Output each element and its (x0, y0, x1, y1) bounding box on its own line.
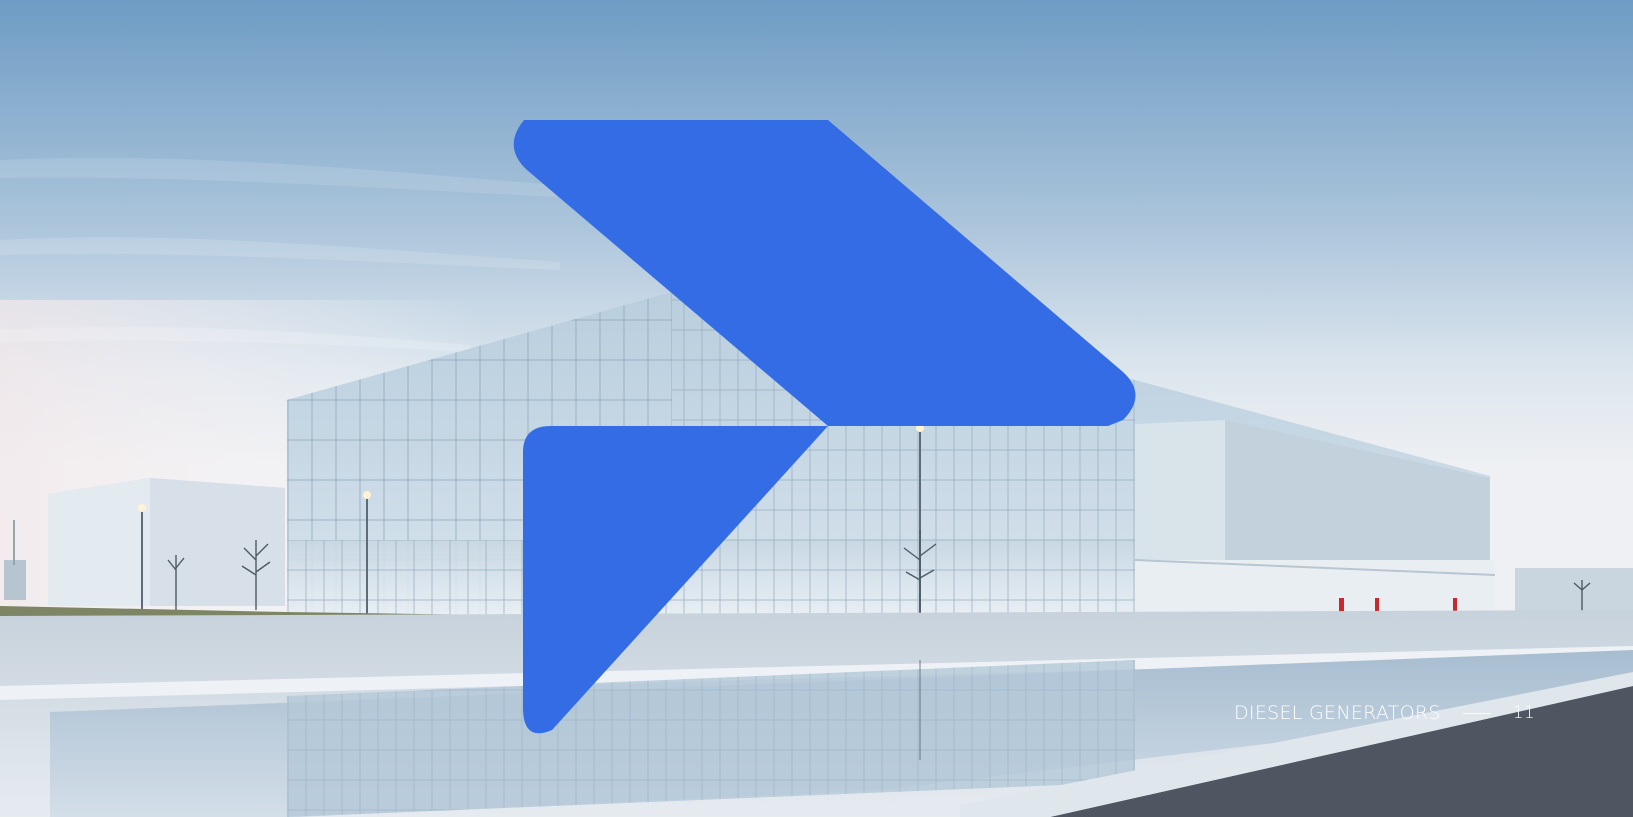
slide: DIESEL GENERATORS 11 (0, 0, 1633, 817)
background-photo (0, 0, 1633, 817)
footer-divider (1462, 712, 1491, 714)
slide-footer: DIESEL GENERATORS 11 (1234, 700, 1535, 726)
page-number: 11 (1512, 703, 1535, 723)
section-title: DIESEL GENERATORS (1234, 702, 1441, 724)
